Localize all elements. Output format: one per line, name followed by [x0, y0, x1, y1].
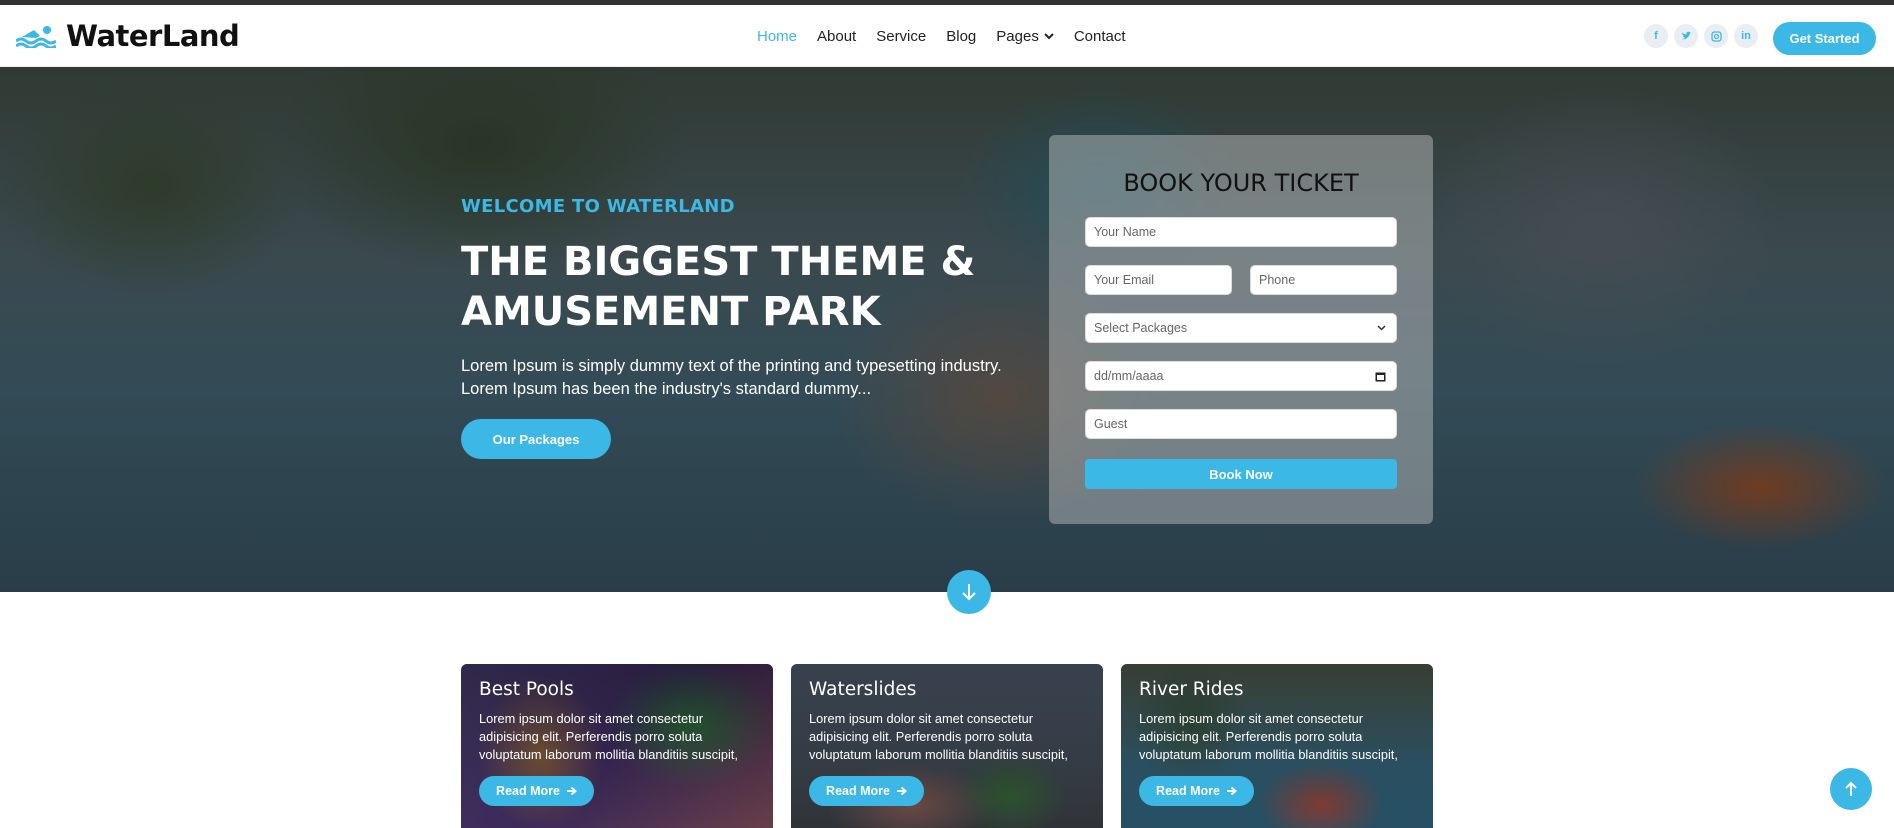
main-nav: Home About Service Blog Pages Contact: [757, 5, 1146, 67]
name-input[interactable]: Your Name: [1085, 217, 1397, 247]
card-text: Lorem ipsum dolor sit amet consectetur a…: [809, 711, 1068, 762]
card-title: River Rides: [1139, 679, 1244, 700]
read-more-button[interactable]: Read More: [809, 776, 924, 806]
book-now-button[interactable]: Book Now: [1085, 459, 1397, 489]
hero-description: Lorem Ipsum is simply dummy text of the …: [461, 357, 1002, 398]
date-placeholder: dd/mm/aaaa: [1094, 369, 1164, 383]
our-packages-button[interactable]: Our Packages: [461, 419, 611, 459]
get-started-button[interactable]: Get Started: [1773, 22, 1876, 55]
card-title: Waterslides: [809, 679, 917, 700]
navbar: WaterLand Home About Service Blog Pages …: [0, 5, 1894, 67]
back-to-top-button[interactable]: [1830, 768, 1872, 810]
email-input[interactable]: Your Email: [1085, 265, 1232, 295]
twitter-glyph: [1681, 31, 1691, 40]
nav-about[interactable]: About: [817, 28, 856, 45]
logo[interactable]: WaterLand: [16, 19, 240, 53]
booking-title: BOOK YOUR TICKET: [1123, 169, 1359, 197]
name-placeholder: Your Name: [1094, 225, 1157, 239]
read-more-label: Read More: [826, 784, 890, 798]
nav-pages-label: Pages: [996, 27, 1039, 45]
read-more-label: Read More: [1156, 784, 1220, 798]
scroll-down-button[interactable]: [947, 570, 991, 614]
linkedin-icon[interactable]: in: [1734, 24, 1758, 48]
package-select[interactable]: Select Packages: [1085, 313, 1397, 343]
chevron-down-icon: [1377, 325, 1386, 331]
hero-section: WELCOME TO WATERLAND THE BIGGEST THEME &…: [0, 67, 1894, 592]
card-title: Best Pools: [479, 679, 574, 700]
booking-form: BOOK YOUR TICKET Your Name Your Email Ph…: [1049, 135, 1433, 524]
phone-input[interactable]: Phone: [1250, 265, 1397, 295]
date-input[interactable]: dd/mm/aaaa: [1085, 361, 1397, 391]
hero-title: THE BIGGEST THEME & AMUSEMENT PARK: [461, 239, 976, 335]
read-more-button[interactable]: Read More: [479, 776, 594, 806]
read-more-button[interactable]: Read More: [1139, 776, 1254, 806]
card-text: Lorem ipsum dolor sit amet consectetur a…: [479, 711, 738, 762]
twitter-icon[interactable]: [1674, 24, 1698, 48]
nav-pages[interactable]: Pages: [996, 28, 1054, 45]
card-best-pools: Best Pools Lorem ipsum dolor sit amet co…: [461, 664, 773, 828]
nav-blog[interactable]: Blog: [946, 28, 976, 45]
chevron-down-icon: [1044, 32, 1054, 39]
instagram-icon[interactable]: [1704, 24, 1728, 48]
hero-subtitle: WELCOME TO WATERLAND: [461, 196, 735, 217]
card-waterslides: Waterslides Lorem ipsum dolor sit amet c…: [791, 664, 1103, 828]
read-more-label: Read More: [496, 784, 560, 798]
arrow-right-icon: [896, 786, 907, 796]
package-placeholder: Select Packages: [1094, 321, 1188, 335]
guest-input[interactable]: Guest: [1085, 409, 1397, 439]
swimmer-icon: [16, 26, 56, 48]
card-river-rides: River Rides Lorem ipsum dolor sit amet c…: [1121, 664, 1433, 828]
arrow-right-icon: [1226, 786, 1237, 796]
email-placeholder: Your Email: [1094, 273, 1154, 287]
arrow-down-icon: [962, 584, 976, 601]
guest-placeholder: Guest: [1094, 417, 1128, 431]
calendar-icon: [1375, 372, 1386, 381]
card-text: Lorem ipsum dolor sit amet consectetur a…: [1139, 711, 1398, 762]
instagram-glyph: [1710, 30, 1722, 42]
social-links: f in: [1644, 24, 1758, 48]
brand-name: WaterLand: [66, 19, 240, 53]
arrow-up-icon: [1845, 781, 1857, 796]
nav-contact[interactable]: Contact: [1074, 28, 1126, 45]
facebook-icon[interactable]: f: [1644, 24, 1668, 48]
arrow-right-icon: [566, 786, 577, 796]
nav-home[interactable]: Home: [757, 28, 797, 45]
phone-placeholder: Phone: [1259, 273, 1296, 287]
nav-service[interactable]: Service: [876, 28, 926, 45]
